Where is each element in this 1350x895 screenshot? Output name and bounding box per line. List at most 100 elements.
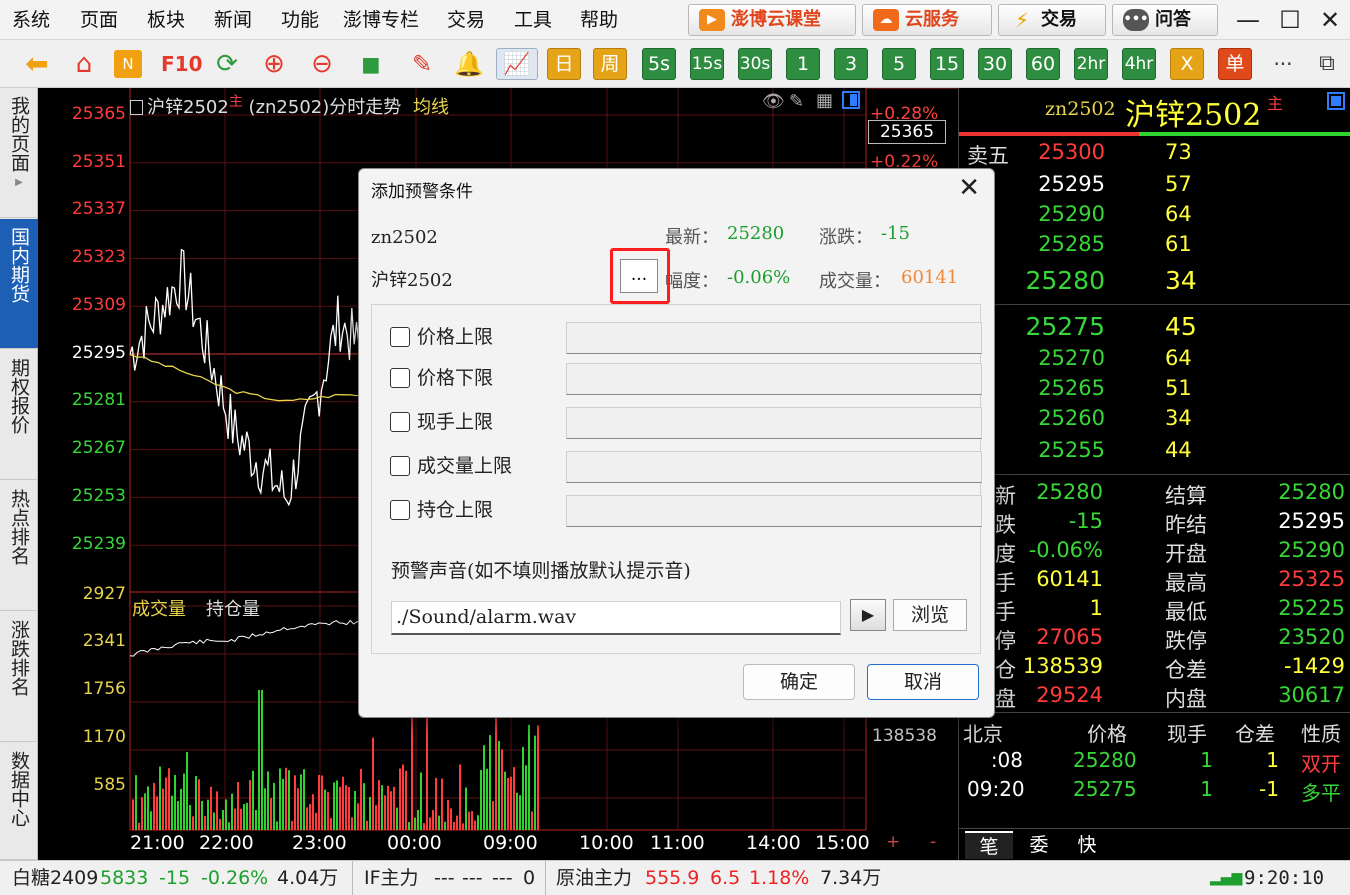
period-1m[interactable]: 1	[786, 48, 820, 80]
sound-path-input[interactable]: ./Sound/alarm.wav	[391, 601, 841, 635]
volume-axis-label: 1170	[82, 727, 126, 747]
divider	[959, 304, 1350, 305]
price-axis-label: 25253	[71, 486, 126, 506]
period-week[interactable]: 周	[593, 48, 627, 80]
volume-upper-checkbox[interactable]	[390, 456, 410, 476]
more-icon[interactable]: ···	[1266, 48, 1300, 80]
volume-bar	[243, 804, 245, 830]
f10-button[interactable]: F10	[161, 48, 203, 80]
zoom-in-button[interactable]: +	[886, 832, 900, 852]
sidebar-tab-domestic-futures[interactable]: 国内期货	[0, 219, 38, 349]
play-sound-button[interactable]: ▶	[850, 599, 886, 631]
zoom-out-icon[interactable]: ⊖	[305, 48, 339, 80]
alert-bell-icon[interactable]: 🔔	[452, 48, 486, 80]
oi-upper-input[interactable]	[566, 495, 982, 527]
maximize-icon[interactable]: ☐	[1272, 2, 1308, 38]
menu-function[interactable]: 功能	[281, 0, 319, 40]
trend-chart-icon[interactable]: 📈	[496, 48, 538, 80]
menu-column[interactable]: 澎博专栏	[343, 0, 419, 40]
pencil-icon[interactable]: ✎	[789, 91, 804, 112]
qa-button[interactable]: ••• 问答	[1112, 4, 1218, 36]
dialog-close-icon[interactable]: ✕	[958, 173, 980, 203]
sell-strength-bar	[959, 132, 1139, 136]
oi-upper-checkbox[interactable]	[390, 500, 410, 520]
period-15s[interactable]: 15s	[690, 48, 724, 80]
order-button[interactable]: 单	[1218, 48, 1252, 80]
cloud-service-button[interactable]: ☁ 云服务	[862, 4, 992, 36]
period-5s[interactable]: 5s	[642, 48, 676, 80]
sidebar-tab-my-page[interactable]: 我的页面 ▶	[0, 88, 38, 218]
grid-layout-icon[interactable]: ▦	[816, 90, 833, 111]
ticker3-name[interactable]: 原油主力	[556, 861, 632, 895]
dialog-title: 添加预警条件	[371, 182, 473, 202]
price-lower-input[interactable]	[566, 363, 982, 395]
volume-bar	[321, 775, 323, 830]
menu-news[interactable]: 新闻	[214, 0, 252, 40]
zoom-out-button[interactable]: -	[930, 832, 936, 852]
browse-button[interactable]: 浏览	[893, 599, 967, 631]
tick-price: 25280	[1073, 748, 1137, 772]
panel-icon[interactable]	[130, 100, 143, 115]
volume-bar	[525, 765, 527, 830]
condition-label: 价格上限	[417, 326, 494, 348]
price-axis-label: 25309	[71, 295, 126, 315]
period-30m[interactable]: 30	[978, 48, 1012, 80]
ticker2-name[interactable]: IF主力	[364, 861, 419, 895]
menu-sector[interactable]: 板块	[147, 0, 185, 40]
menu-trade[interactable]: 交易	[447, 0, 485, 40]
sidebar-tab-options-quote[interactable]: 期权报价	[0, 350, 38, 480]
pen-draw-icon[interactable]: ✎	[405, 48, 439, 80]
refresh-icon[interactable]: ⟳	[210, 48, 244, 80]
trade-button[interactable]: ⚡ 交易	[998, 4, 1106, 36]
current-vol-upper-input[interactable]	[566, 407, 982, 439]
menu-help[interactable]: 帮助	[580, 0, 618, 40]
minimize-icon[interactable]: —	[1230, 2, 1266, 38]
menu-page[interactable]: 页面	[80, 0, 118, 40]
menu-system[interactable]: 系统	[12, 0, 50, 40]
tab-orders[interactable]: 委	[1015, 831, 1063, 859]
classroom-button[interactable]: ▶ 澎博云课堂	[688, 4, 856, 36]
period-3m[interactable]: 3	[834, 48, 868, 80]
period-5m[interactable]: 5	[882, 48, 916, 80]
price-upper-checkbox[interactable]	[390, 327, 410, 347]
period-30s[interactable]: 30s	[738, 48, 772, 80]
sidebar-tab-hot-rank[interactable]: 热点排名	[0, 481, 38, 611]
layout-switch-icon[interactable]: ⧉	[1310, 48, 1344, 80]
hide-eye-icon[interactable]: 👁	[762, 91, 785, 112]
sidebar-tab-data-center[interactable]: 数据中心	[0, 743, 38, 860]
current-vol-upper-checkbox[interactable]	[390, 412, 410, 432]
volume-bar	[486, 768, 488, 830]
news-note-icon[interactable]: N	[114, 50, 142, 78]
sidebar-tab-change-rank[interactable]: 涨跌排名	[0, 612, 38, 742]
menu-tools[interactable]: 工具	[514, 0, 552, 40]
home-icon[interactable]: ⌂	[67, 48, 101, 80]
period-15m[interactable]: 15	[930, 48, 964, 80]
tab-fast[interactable]: 快	[1063, 831, 1111, 859]
period-2hr[interactable]: 2hr	[1074, 48, 1108, 80]
close-icon[interactable]: ✕	[1312, 2, 1348, 38]
tab-ticks[interactable]: 笔	[965, 831, 1013, 859]
add-alert-dialog: 添加预警条件 ✕ zn2502 沪锌2502 最新： 25280 涨跌： -15…	[358, 168, 995, 718]
period-x[interactable]: X	[1170, 48, 1204, 80]
trade-label: 交易	[1041, 9, 1077, 30]
cancel-button[interactable]: 取消	[867, 664, 979, 700]
qa-label: 问答	[1155, 9, 1191, 30]
tick-oi-change: -1	[1259, 777, 1279, 801]
back-arrow-icon[interactable]: ⬅	[20, 48, 54, 80]
ticks-header-time: 北京	[963, 722, 1003, 746]
windows-icon[interactable]: ◼	[354, 48, 388, 80]
price-upper-input[interactable]	[566, 322, 982, 354]
ticker1-name[interactable]: 白糖2409	[12, 861, 98, 895]
panel-toggle-icon[interactable]	[1327, 92, 1345, 110]
period-60m[interactable]: 60	[1026, 48, 1060, 80]
price-lower-checkbox[interactable]	[390, 368, 410, 388]
period-4hr[interactable]: 4hr	[1122, 48, 1156, 80]
volume-bar	[336, 780, 338, 830]
ok-button[interactable]: 确定	[743, 664, 855, 700]
zoom-in-icon[interactable]: ⊕	[257, 48, 291, 80]
period-day[interactable]: 日	[547, 48, 581, 80]
panel-toggle-icon[interactable]	[842, 91, 860, 109]
ticker3-price: 555.9	[645, 867, 700, 889]
volume-upper-input[interactable]	[566, 451, 982, 483]
status-bar: 白糖2409 5833 -15 -0.26% 4.04万 IF主力 --- --…	[0, 860, 1350, 895]
